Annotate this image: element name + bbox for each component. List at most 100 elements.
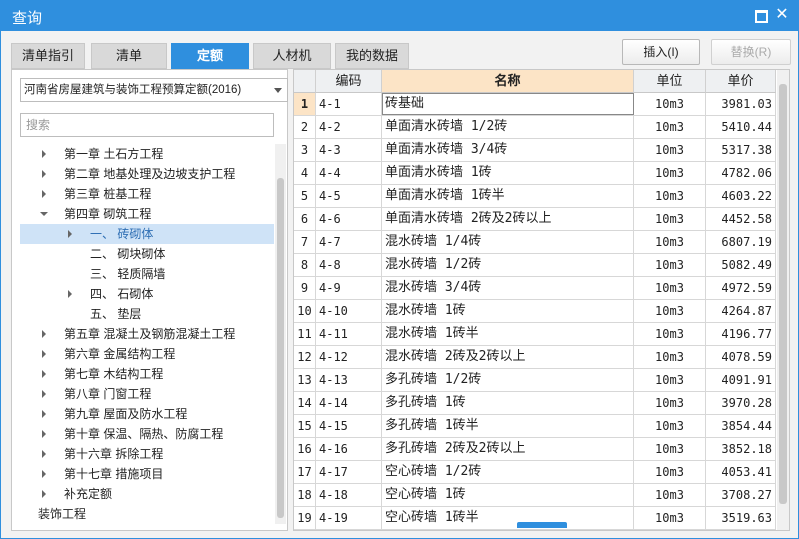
cell-unit: 10m3 [634, 392, 706, 414]
tree-scrollbar[interactable] [275, 144, 286, 524]
insert-button[interactable]: 插入(I) [622, 39, 700, 65]
tree-scrollbar-thumb[interactable] [277, 178, 284, 518]
tab-bill-guide[interactable]: 清单指引 [11, 43, 85, 69]
expand-right-icon[interactable] [42, 450, 46, 458]
tree-node-label: 第三章 桩基工程 [64, 187, 152, 201]
table-row[interactable]: 1 4-1 砖基础 10m3 3981.03 [294, 93, 776, 116]
quota-tree: 第一章 土石方工程 第二章 地基处理及边坡支护工程第三章 桩基工程第四章 砌筑工程… [20, 144, 274, 524]
tree-node-label: 四、 石砌体 [90, 287, 154, 301]
tree-node-label: 二、 砌块砌体 [90, 247, 166, 261]
cell-code: 4-16 [316, 438, 382, 460]
cell-price: 4782.06 [706, 162, 776, 184]
table-row[interactable]: 3 4-3 单面清水砖墙 3/4砖 10m3 5317.38 [294, 139, 776, 162]
expand-right-icon[interactable] [42, 170, 46, 178]
quota-library-value: 河南省房屋建筑与装饰工程预算定额(2016) [24, 84, 242, 96]
tree-node[interactable]: 四、 石砌体 [20, 284, 274, 304]
tab-labor-material-machine[interactable]: 人材机 [253, 43, 331, 69]
table-scrollbar-thumb[interactable] [779, 84, 787, 504]
cell-code: 4-5 [316, 185, 382, 207]
cell-price: 5410.44 [706, 116, 776, 138]
table-row[interactable]: 6 4-6 单面清水砖墙 2砖及2砖以上 10m3 4452.58 [294, 208, 776, 231]
expand-right-icon[interactable] [42, 190, 46, 198]
column-header-unit[interactable]: 单位 [634, 70, 706, 93]
quota-library-select[interactable]: 河南省房屋建筑与装饰工程预算定额(2016) [20, 78, 288, 102]
row-number: 13 [294, 369, 316, 391]
close-icon[interactable]: ✕ [775, 7, 789, 23]
table-row[interactable]: 17 4-17 空心砖墙 1/2砖 10m3 4053.41 [294, 461, 776, 484]
expand-right-icon[interactable] [42, 370, 46, 378]
cell-name: 多孔砖墙 2砖及2砖以上 [382, 438, 634, 460]
tree-node[interactable]: 第八章 门窗工程 [20, 384, 274, 404]
collapse-handle[interactable] [517, 522, 567, 528]
tree-node[interactable]: 第一章 土石方工程 [20, 144, 274, 164]
expand-right-icon[interactable] [42, 150, 46, 158]
expand-right-icon[interactable] [68, 230, 72, 238]
cell-unit: 10m3 [634, 484, 706, 506]
cell-price: 3854.44 [706, 415, 776, 437]
expand-right-icon[interactable] [42, 410, 46, 418]
tree-node[interactable]: 五、 垫层 [20, 304, 274, 324]
cell-price: 3519.63 [706, 507, 776, 529]
tree-node[interactable]: 装饰工程 [20, 504, 274, 524]
row-number: 12 [294, 346, 316, 368]
table-row[interactable]: 18 4-18 空心砖墙 1砖 10m3 3708.27 [294, 484, 776, 507]
tree-node[interactable]: 一、 砖砌体 [20, 224, 274, 244]
tree-node[interactable]: 补充定额 [20, 484, 274, 504]
expand-right-icon[interactable] [68, 290, 72, 298]
expand-right-icon[interactable] [42, 430, 46, 438]
cell-unit: 10m3 [634, 507, 706, 529]
tree-node[interactable]: 第四章 砌筑工程 [20, 204, 274, 224]
window-titlebar: 查询 ✕ [0, 0, 799, 31]
cell-unit: 10m3 [634, 162, 706, 184]
table-row[interactable]: 5 4-5 单面清水砖墙 1砖半 10m3 4603.22 [294, 185, 776, 208]
tab-bill[interactable]: 清单 [91, 43, 167, 69]
table-row[interactable]: 2 4-2 单面清水砖墙 1/2砖 10m3 5410.44 [294, 116, 776, 139]
tree-node[interactable]: 二、 砌块砌体 [20, 244, 274, 264]
row-number: 17 [294, 461, 316, 483]
table-row[interactable]: 10 4-10 混水砖墙 1砖 10m3 4264.87 [294, 300, 776, 323]
cell-code: 4-15 [316, 415, 382, 437]
column-header-name[interactable]: 名称 [382, 70, 634, 93]
tree-node[interactable]: 第十六章 拆除工程 [20, 444, 274, 464]
expand-right-icon[interactable] [42, 330, 46, 338]
tree-node[interactable]: 三、 轻质隔墙 [20, 264, 274, 284]
cell-code: 4-19 [316, 507, 382, 529]
expand-right-icon[interactable] [42, 470, 46, 478]
tree-node[interactable]: 第五章 混凝土及钢筋混凝土工程 [20, 324, 274, 344]
table-row[interactable]: 14 4-14 多孔砖墙 1砖 10m3 3970.28 [294, 392, 776, 415]
table-row[interactable]: 12 4-12 混水砖墙 2砖及2砖以上 10m3 4078.59 [294, 346, 776, 369]
tree-node[interactable]: 第九章 屋面及防水工程 [20, 404, 274, 424]
table-row[interactable]: 15 4-15 多孔砖墙 1砖半 10m3 3854.44 [294, 415, 776, 438]
tab-my-data[interactable]: 我的数据 [335, 43, 409, 69]
cell-price: 3981.03 [706, 93, 776, 115]
table-row[interactable]: 4 4-4 单面清水砖墙 1砖 10m3 4782.06 [294, 162, 776, 185]
expand-right-icon[interactable] [42, 490, 46, 498]
expand-right-icon[interactable] [42, 390, 46, 398]
tab-quota[interactable]: 定额 [171, 43, 249, 69]
tree-node[interactable]: 第六章 金属结构工程 [20, 344, 274, 364]
cell-name: 混水砖墙 1/4砖 [382, 231, 634, 253]
maximize-icon[interactable] [753, 8, 768, 23]
row-number: 14 [294, 392, 316, 414]
tree-node[interactable]: 第二章 地基处理及边坡支护工程 [20, 164, 274, 184]
expand-right-icon[interactable] [42, 350, 46, 358]
replace-button[interactable]: 替换(R) [711, 39, 791, 65]
table-row[interactable]: 13 4-13 多孔砖墙 1/2砖 10m3 4091.91 [294, 369, 776, 392]
table-row[interactable]: 8 4-8 混水砖墙 1/2砖 10m3 5082.49 [294, 254, 776, 277]
tree-node-label: 第十六章 拆除工程 [64, 447, 164, 461]
table-scrollbar[interactable] [777, 70, 789, 530]
tree-node[interactable]: 第三章 桩基工程 [20, 184, 274, 204]
column-header-price[interactable]: 单价 [706, 70, 776, 93]
table-row[interactable]: 7 4-7 混水砖墙 1/4砖 10m3 6807.19 [294, 231, 776, 254]
tree-node[interactable]: 第七章 木结构工程 [20, 364, 274, 384]
expand-down-icon[interactable] [40, 212, 48, 216]
column-header-code[interactable]: 编码 [316, 70, 382, 93]
table-row[interactable]: 11 4-11 混水砖墙 1砖半 10m3 4196.77 [294, 323, 776, 346]
search-input[interactable] [20, 113, 274, 137]
table-row[interactable]: 16 4-16 多孔砖墙 2砖及2砖以上 10m3 3852.18 [294, 438, 776, 461]
tree-node-label: 五、 垫层 [90, 307, 142, 321]
tree-node-label: 第九章 屋面及防水工程 [64, 407, 188, 421]
tree-node[interactable]: 第十章 保温、隔热、防腐工程 [20, 424, 274, 444]
table-row[interactable]: 9 4-9 混水砖墙 3/4砖 10m3 4972.59 [294, 277, 776, 300]
tree-node[interactable]: 第十七章 措施项目 [20, 464, 274, 484]
